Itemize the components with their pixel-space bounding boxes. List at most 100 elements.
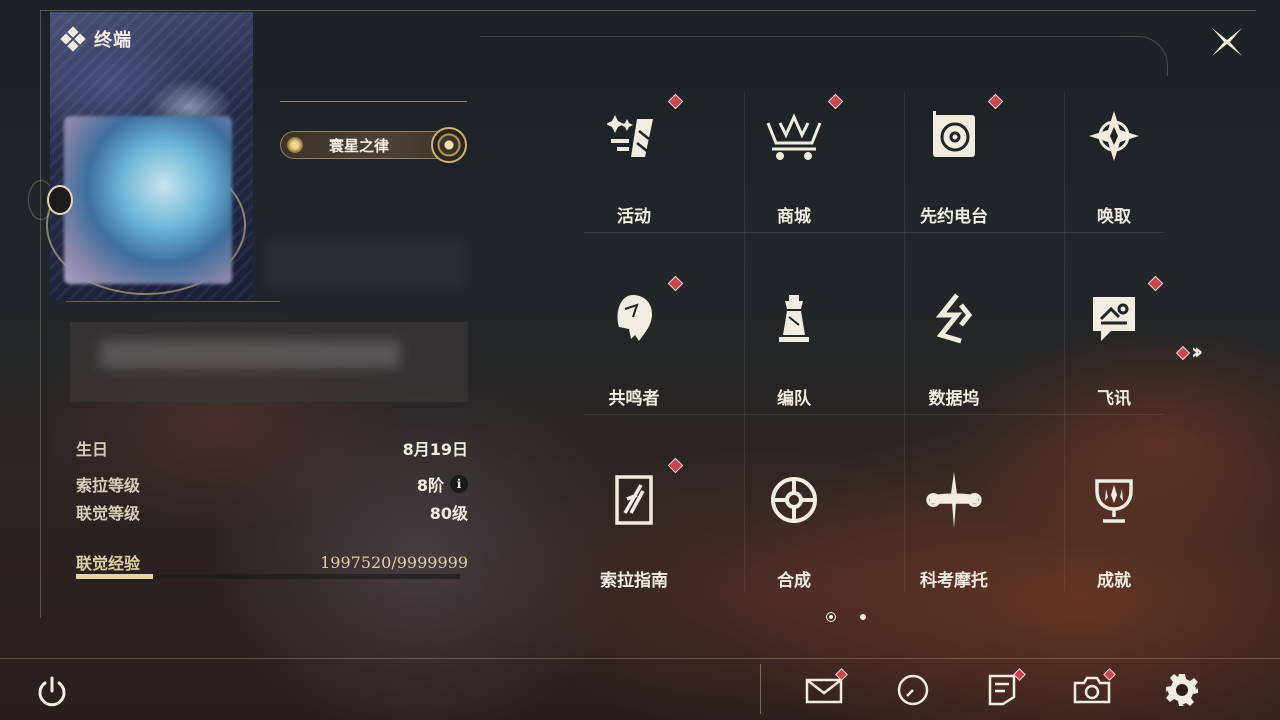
camera-icon [1073,676,1111,704]
menu-item-shop[interactable]: 商城 [714,92,874,242]
stat-value: 80级 [429,504,468,523]
stat-label: 索拉等级 [76,476,141,495]
next-page-button[interactable]: ›› [1175,340,1203,365]
avatar-frame-badge [47,185,73,215]
stat-value: 8月19日 [402,440,468,459]
page-indicator [826,612,866,622]
stat-birthday: 生日 8月19日 [76,436,468,460]
title-badge-text: 寰星之律 [329,136,390,155]
double-chevron-right-icon: ›› [1191,340,1203,365]
diamond-cluster-icon [60,26,86,52]
menu-item-data-bank[interactable]: 数据坞 [874,274,1034,424]
menu-item-label: 活动 [617,207,651,227]
notification-badge [667,457,684,474]
menu-item-label: 编队 [777,389,811,409]
clock-button[interactable] [891,668,935,712]
stat-value-wrap: 8阶 i [417,472,468,496]
menu-item-team[interactable]: 编队 [714,274,874,424]
settings-button[interactable] [1160,668,1204,712]
menu-item-convene[interactable]: 唤取 [1034,92,1194,242]
radio-icon [924,106,984,166]
bottom-bar-line [0,658,1280,659]
info-icon[interactable]: i [450,475,468,493]
notice-button[interactable] [980,668,1026,712]
menu-item-label: 商城 [777,207,811,227]
stat-label: 联觉等级 [76,504,141,523]
power-button[interactable] [30,670,74,714]
menu-item-radio[interactable]: 先约电台 [874,92,1034,242]
menu-item-synthesis[interactable]: 合成 [714,456,874,606]
notification-badge [667,275,684,292]
page-dot-active[interactable] [826,612,836,622]
stat-sola-level: 索拉等级 8阶 i [76,472,468,496]
avatar[interactable] [64,116,232,284]
page-dot[interactable] [860,614,866,620]
notification-badge [987,93,1004,110]
exp-progress-fill [76,574,153,579]
menu-item-label: 唤取 [1097,207,1131,227]
signature-redacted [100,340,400,368]
menu-item-label: 先约电台 [920,207,988,227]
terminal-screen: 终端 寰星之律 生日 8月19日 索拉等级 8阶 i 联觉等级 80级 联觉经验… [0,0,1280,720]
orb-icon [431,127,467,163]
menu-item-achievement[interactable]: 成就 [1034,456,1194,606]
team-icon [764,288,824,348]
close-icon [1212,28,1242,56]
motorbike-icon [924,470,984,530]
title-badge[interactable]: 寰星之律 [280,127,467,163]
stat-value: 1997520/9999999 [320,552,468,572]
power-icon [38,676,66,707]
menu-item-guide[interactable]: 索拉指南 [554,456,714,606]
card-divider [66,301,280,302]
bottom-bar-divider [760,664,761,714]
menu-item-label: 数据坞 [928,389,980,409]
notification-badge [1147,275,1164,292]
menu-item-chat[interactable]: 飞讯 [1034,274,1194,424]
stat-value: 8阶 [416,476,444,495]
menu-grid: 活动 商城 先约电台 唤取 共鸣者 编队 数据坞 飞讯 索拉指南 合成 科考摩托… [554,92,1196,632]
page-title: 终端 [94,30,132,51]
mail-icon [805,678,843,704]
activity-icon [604,106,664,166]
menu-item-label: 飞讯 [1097,389,1131,409]
data-bank-icon [924,288,984,348]
guide-icon [604,470,664,530]
menu-item-motorbike[interactable]: 科考摩托 [874,456,1034,606]
frame-inner-line [480,36,1120,37]
header: 终端 [60,26,132,52]
stat-label: 联觉经验 [76,554,141,573]
sun-icon [287,137,303,153]
exp-progress-bar [76,574,460,579]
frame-corner [1120,36,1168,76]
stat-union-level: 联觉等级 80级 [76,500,468,524]
frame-top-line [40,10,1256,11]
trophy-icon [1084,470,1144,530]
frame-left-line [40,10,41,618]
resonator-icon [604,288,664,348]
gear-icon [1166,674,1198,706]
menu-item-label: 合成 [777,571,811,591]
menu-item-resonator[interactable]: 共鸣者 [554,274,714,424]
name-divider [280,101,467,102]
menu-item-label: 共鸣者 [608,389,660,409]
menu-item-label: 成就 [1097,571,1131,591]
convene-icon [1084,106,1144,166]
menu-item-label: 索拉指南 [600,571,668,591]
menu-item-label: 科考摩托 [920,571,988,591]
mail-button[interactable] [802,668,848,712]
player-id-redacted [266,240,466,288]
notice-icon [988,674,1016,706]
close-button[interactable] [1206,24,1248,60]
camera-button[interactable] [1070,668,1116,712]
shop-icon [764,106,824,166]
notification-badge [827,93,844,110]
clock-icon [897,674,929,706]
notification-badge [667,93,684,110]
chat-icon [1084,288,1144,348]
stat-union-exp: 联觉经验 1997520/9999999 [76,550,468,574]
signature-box[interactable] [70,322,468,402]
notification-badge [1175,345,1191,360]
synthesis-icon [764,470,824,530]
stat-label: 生日 [76,440,109,459]
menu-item-activity[interactable]: 活动 [554,92,714,242]
